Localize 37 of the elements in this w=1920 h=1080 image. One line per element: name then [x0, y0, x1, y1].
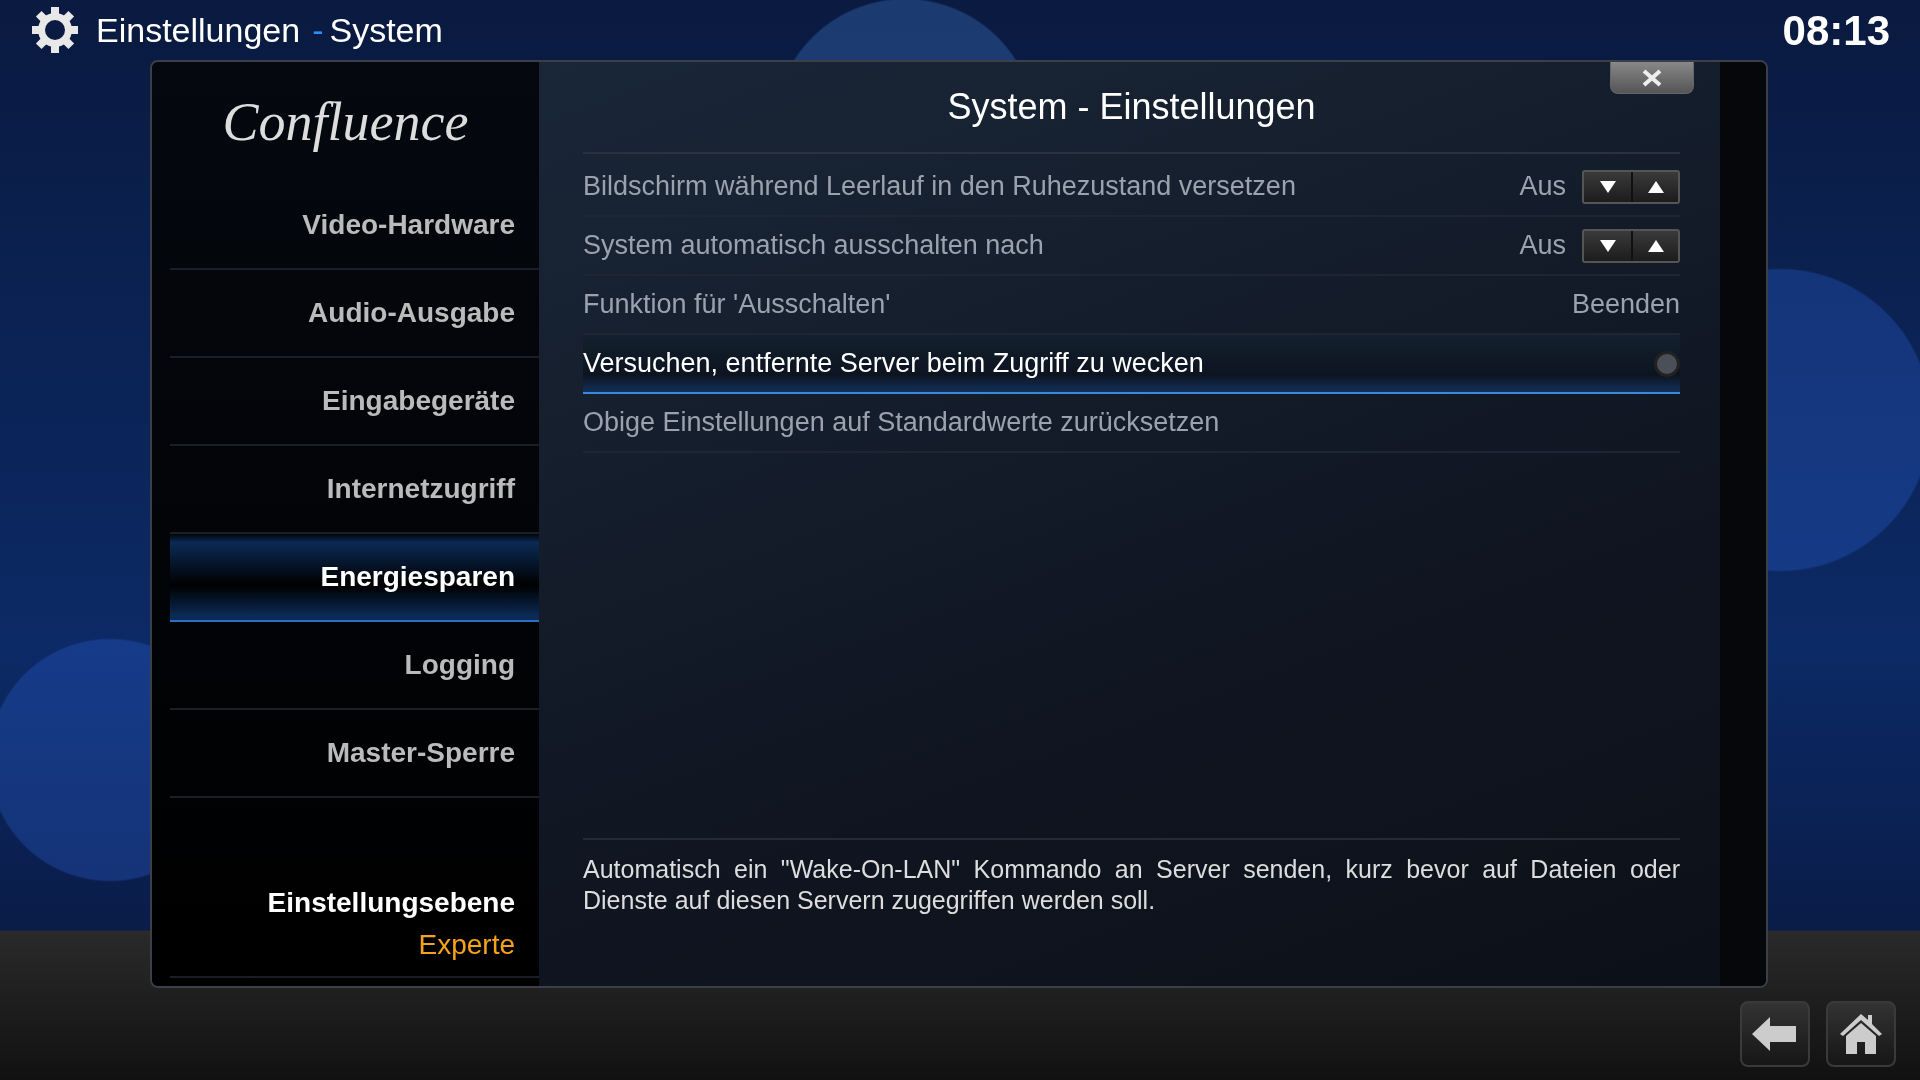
- down-triangle-icon: [1599, 239, 1616, 252]
- increase-button[interactable]: [1631, 230, 1678, 261]
- settings-icon: [30, 5, 80, 55]
- close-button[interactable]: [1610, 62, 1694, 94]
- setting-value: Aus: [1519, 229, 1566, 263]
- back-button[interactable]: [1740, 1001, 1810, 1067]
- setting-label: System automatisch ausschalten nach: [583, 229, 1044, 263]
- setting-value: Beenden: [1571, 288, 1680, 322]
- up-triangle-icon: [1647, 180, 1664, 193]
- setting-value: Aus: [1519, 170, 1566, 204]
- setting-label: Versuchen, entfernte Server beim Zugriff zu wecken: [583, 347, 1204, 381]
- home-button[interactable]: [1826, 1001, 1896, 1067]
- decrease-button[interactable]: [1584, 171, 1631, 202]
- setting-description: Automatisch ein "Wake-On-LAN" Kommando an Server senden, kurz bevor auf Dateien oder Dienste auf diesen Servern zugegriffen werden soll.: [583, 837, 1680, 916]
- setting-row[interactable]: Versuchen, entfernte Server beim Zugriff zu wecken: [583, 335, 1680, 394]
- breadcrumb-subtitle: System: [329, 9, 443, 51]
- setting-row[interactable]: Bildschirm während Leerlauf in den Ruhezustand versetzen Aus: [583, 158, 1680, 217]
- setting-row[interactable]: System automatisch ausschalten nach Aus: [583, 217, 1680, 276]
- setting-label: Funktion für 'Ausschalten': [583, 288, 891, 322]
- home-icon: [1838, 1012, 1884, 1056]
- breadcrumb-separator: -: [312, 9, 324, 51]
- decrease-button[interactable]: [1584, 230, 1631, 261]
- settings-level-value[interactable]: Experte: [170, 924, 515, 966]
- down-triangle-icon: [1599, 180, 1616, 193]
- up-triangle-icon: [1647, 239, 1664, 252]
- toggle-indicator[interactable]: [1654, 350, 1680, 377]
- logo-text: Confluence: [221, 90, 470, 154]
- setting-label: Obige Einstellungen auf Standardwerte zurücksetzen: [583, 406, 1220, 440]
- increase-button[interactable]: [1631, 171, 1678, 202]
- back-arrow-icon: [1752, 1017, 1798, 1051]
- breadcrumb-title: Einstellungen: [96, 9, 301, 51]
- settings-level-label[interactable]: Einstellungsebene: [170, 882, 515, 924]
- setting-label: Bildschirm während Leerlauf in den Ruhezustand versetzen: [583, 170, 1296, 204]
- clock: 08:13: [1782, 5, 1890, 56]
- sidebar-item[interactable]: Energiesparen: [170, 534, 539, 622]
- setting-row[interactable]: Obige Einstellungen auf Standardwerte zurücksetzen: [583, 394, 1680, 453]
- close-icon: [1641, 68, 1663, 87]
